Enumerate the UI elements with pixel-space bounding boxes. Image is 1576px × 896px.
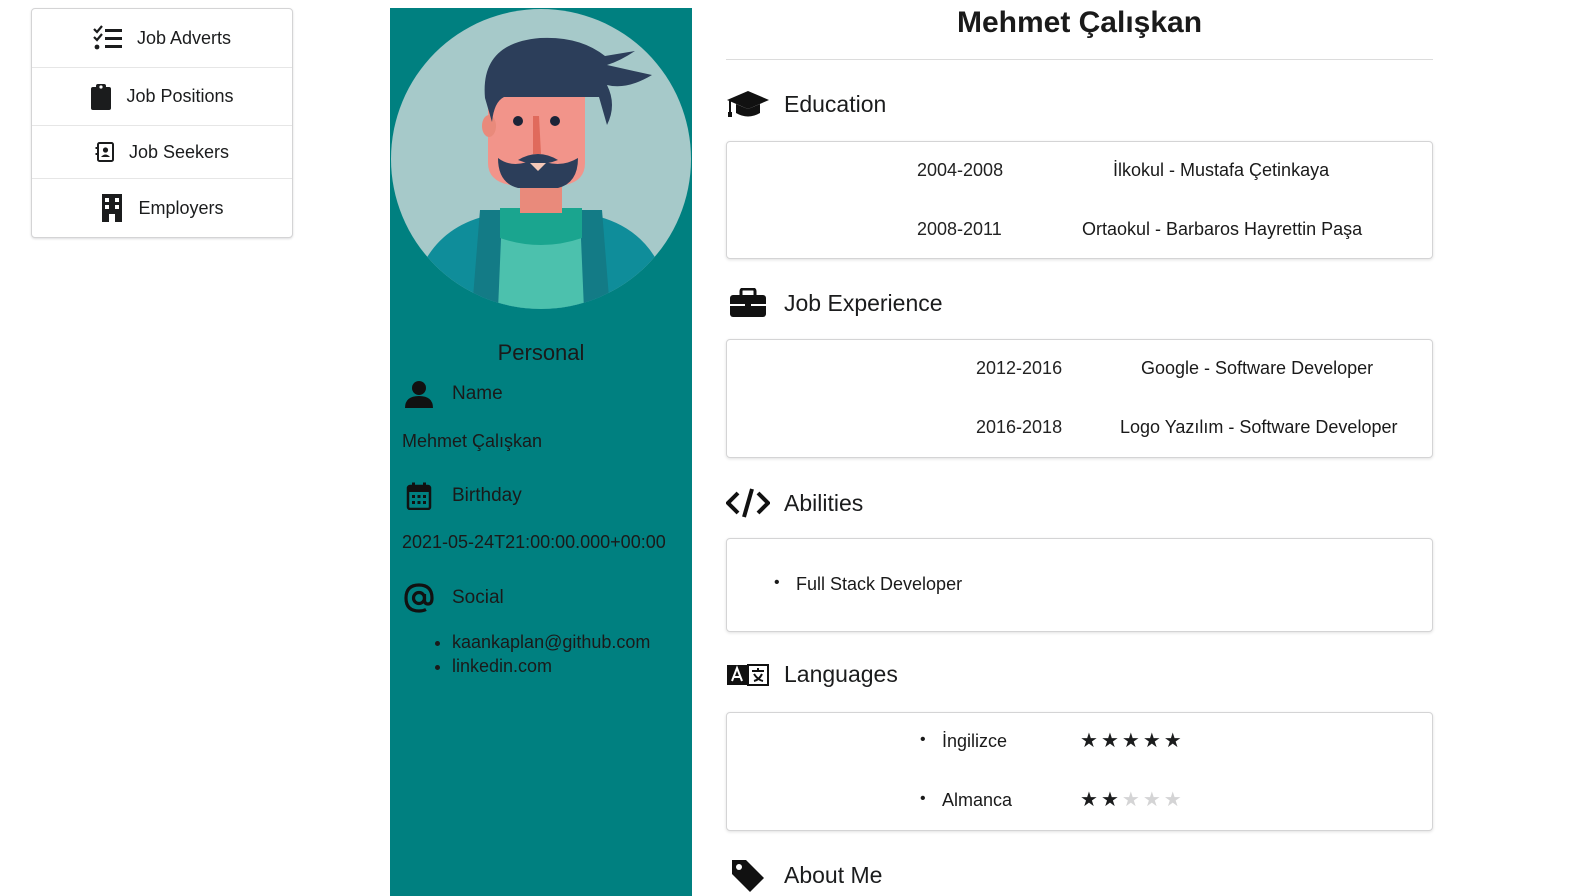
- nav-item-employers[interactable]: Employers: [32, 179, 292, 237]
- graduation-cap-icon: [726, 90, 770, 118]
- social-list: kaankaplan@github.com linkedin.com: [434, 632, 650, 680]
- calendar-icon: [402, 482, 436, 510]
- star-icon: ★: [1100, 730, 1119, 752]
- nav-item-job-seekers[interactable]: Job Seekers: [32, 126, 292, 179]
- about-title: About Me: [784, 861, 883, 888]
- briefcase-icon: [726, 288, 770, 318]
- sidebar-menu: Job Adverts Job Positions Job Seekers Em…: [31, 8, 293, 238]
- nav-item-job-positions[interactable]: Job Positions: [32, 68, 292, 126]
- social-link[interactable]: linkedin.com: [452, 656, 650, 680]
- education-header: Education: [726, 90, 886, 118]
- language-name: İngilizce: [920, 731, 1007, 752]
- education-school: İlkokul - Mustafa Çetinkaya: [1113, 160, 1330, 180]
- avatar: [390, 8, 692, 310]
- star-icon: ★: [1121, 730, 1140, 752]
- languages-card: İngilizce ★★★★★ Almanca ★★★★★: [726, 712, 1433, 831]
- experience-title: Job Experience: [784, 289, 943, 316]
- experience-years: 2012-2016: [976, 358, 1063, 378]
- star-icon: ★: [1121, 789, 1140, 811]
- tasks-icon: [93, 25, 123, 51]
- abilities-title: Abilities: [784, 489, 864, 516]
- languages-header: Languages: [726, 661, 898, 688]
- user-icon: [402, 380, 436, 408]
- star-icon: ★: [1163, 789, 1182, 811]
- language-name: Almanca: [920, 790, 1012, 811]
- nav-label: Job Positions: [126, 86, 234, 106]
- star-icon: ★: [1080, 789, 1098, 811]
- star-icon: ★: [1142, 730, 1161, 752]
- address-book-icon: [95, 141, 115, 163]
- experience-card: 2012-2016 Google - Software Developer 20…: [726, 339, 1433, 458]
- ability-text: Full Stack Developer: [774, 574, 962, 595]
- experience-job: Logo Yazılım - Software Developer: [1120, 417, 1398, 437]
- star-icon: ★: [1142, 789, 1161, 811]
- nav-label: Employers: [138, 197, 224, 218]
- social-label: Social: [402, 583, 504, 613]
- social-label-text: Social: [452, 587, 504, 608]
- nav-label: Job Adverts: [136, 27, 232, 48]
- about-header: About Me: [726, 858, 882, 892]
- star-icon: ★: [1080, 730, 1098, 752]
- abilities-header: Abilities: [726, 487, 863, 519]
- language-icon: [726, 663, 770, 687]
- education-years: 2004-2008: [917, 160, 1004, 180]
- birthday-value: 2021-05-24T21:00:00.000+00:00: [402, 532, 666, 552]
- name-value: Mehmet Çalışkan: [402, 431, 543, 451]
- page-title: Mehmet Çalışkan: [956, 6, 1203, 39]
- star-icon: ★: [1163, 730, 1182, 752]
- at-icon: [402, 583, 436, 613]
- education-card: 2004-2008 İlkokul - Mustafa Çetinkaya 20…: [726, 141, 1433, 259]
- social-link[interactable]: kaankaplan@github.com: [452, 632, 650, 656]
- experience-header: Job Experience: [726, 288, 943, 318]
- clipboard-icon: [90, 83, 112, 111]
- tag-icon: [726, 858, 770, 892]
- languages-title: Languages: [784, 661, 898, 687]
- birthday-label: Birthday: [402, 482, 522, 510]
- personal-panel: Personal Name Mehmet Çalışkan Birthday 2…: [390, 8, 692, 896]
- name-label-text: Name: [452, 383, 503, 404]
- name-label: Name: [402, 380, 503, 408]
- birthday-label-text: Birthday: [452, 485, 522, 506]
- education-years: 2008-2011: [917, 219, 1002, 239]
- experience-job: Google - Software Developer: [1141, 358, 1374, 378]
- education-title: Education: [784, 90, 887, 117]
- title-divider: [726, 59, 1433, 60]
- language-rating: ★ ★ ★ ★ ★: [1080, 731, 1182, 751]
- code-icon: [726, 487, 770, 519]
- star-icon: ★: [1100, 789, 1119, 811]
- nav-item-job-adverts[interactable]: Job Adverts: [32, 9, 292, 68]
- building-icon: [100, 193, 124, 223]
- language-rating: ★ ★ ★ ★ ★: [1080, 790, 1182, 810]
- experience-years: 2016-2018: [976, 417, 1063, 437]
- personal-title: Personal: [497, 340, 585, 365]
- nav-label: Job Seekers: [128, 141, 230, 162]
- education-school: Ortaokul - Barbaros Hayrettin Paşa: [1082, 219, 1363, 239]
- abilities-card: Full Stack Developer: [726, 538, 1433, 632]
